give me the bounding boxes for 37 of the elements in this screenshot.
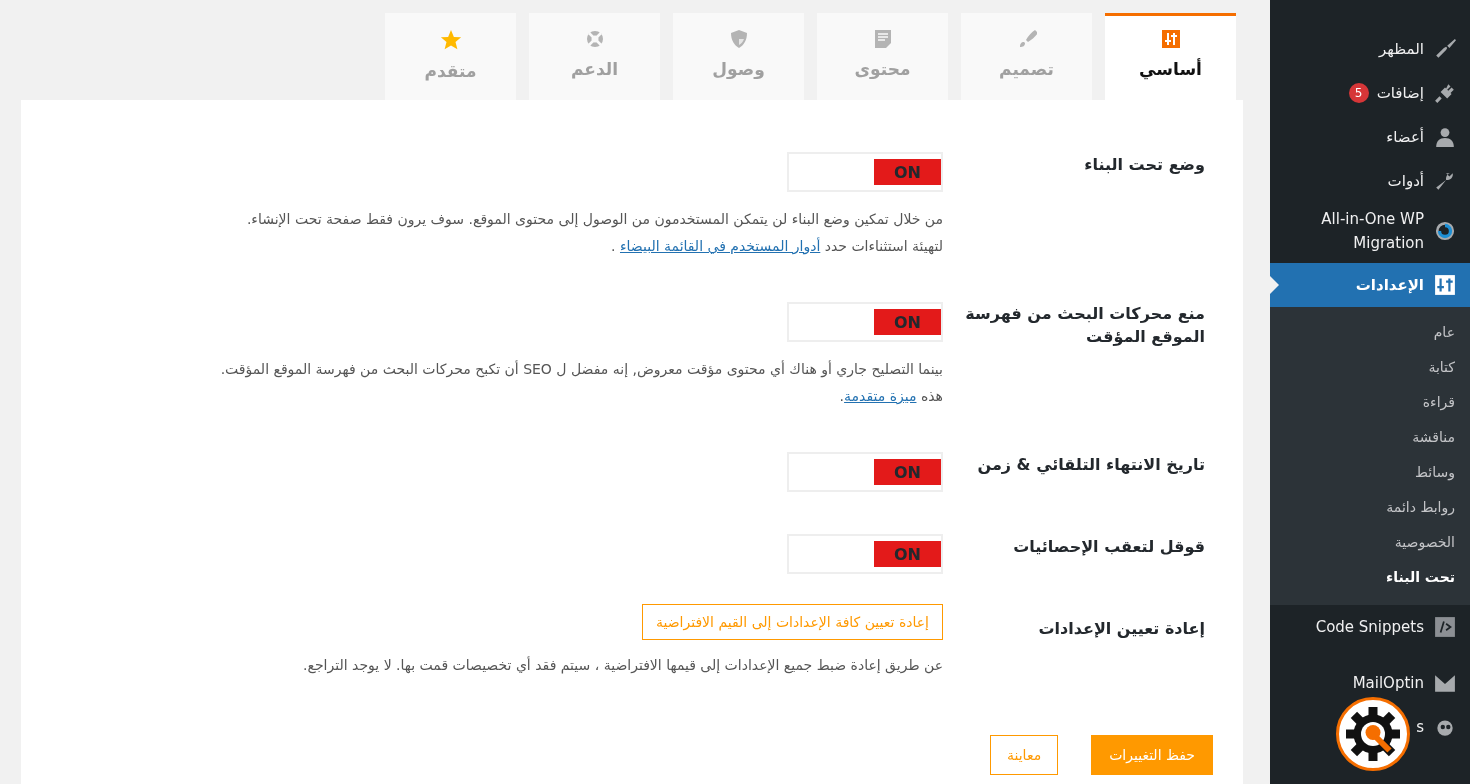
description-text: هذه ميزة متقدمة. xyxy=(838,387,943,406)
document-icon xyxy=(872,29,893,49)
submenu-item[interactable]: كتابة xyxy=(1270,350,1470,385)
sidebar-item[interactable]: الإعدادات xyxy=(1270,263,1470,307)
submenu-item[interactable]: وسائط xyxy=(1270,455,1470,490)
code-icon xyxy=(1432,616,1458,638)
sidebar-item[interactable]: أدوات xyxy=(1270,159,1470,203)
description-text: عن طريق إعادة ضبط جميع الإعدادات إلى قيمها الافتراضية ، سيتم فقد أي تخصيصات قمت بها. لا يوجد التراجع. xyxy=(303,655,943,676)
sidebar-item[interactable]: Code Snippets xyxy=(1270,605,1470,649)
star-icon xyxy=(439,29,462,51)
description-text: لتهيئة استثناءات حدد أدوار المستخدم في القائمة البيضاء . xyxy=(610,236,943,257)
sidebar-item[interactable]: أعضاء xyxy=(1270,115,1470,159)
link[interactable]: ميزة متقدمة xyxy=(844,388,917,404)
description-text: من خلال تمكين وضع البناء لن يتمكن المستخدمون من الوصول إلى محتوى الموقع. سوف يرون فقط صفحة تحت الإنشاء. xyxy=(246,210,943,230)
submenu-item[interactable]: روابط دائمة xyxy=(1270,490,1470,525)
count-badge: 5 xyxy=(1348,83,1369,103)
setting-label: تاريخ الانتهاء التلقائي & زمن xyxy=(976,454,1205,477)
sidebar-item[interactable]: المظهر xyxy=(1270,27,1470,71)
submenu-item[interactable]: مناقشة xyxy=(1270,420,1470,455)
sidebar-item[interactable]: MailOptin xyxy=(1270,661,1470,705)
lifebuoy-icon xyxy=(584,29,605,49)
tab[interactable]: أساسي xyxy=(1105,13,1236,100)
sidebar-item[interactable]: s xyxy=(1270,705,1470,749)
submenu-item[interactable]: الخصوصية xyxy=(1270,525,1470,560)
sliders-icon xyxy=(1160,29,1181,49)
setting-label: منع محركات البحث من فهرسة الموقع المؤقت xyxy=(964,303,1205,348)
setting-label: وضع تحت البناء xyxy=(1083,154,1205,176)
submenu-item[interactable]: تحت البناء xyxy=(1270,560,1470,595)
setting-label: إعادة تعيين الإعدادات xyxy=(1037,618,1205,640)
shield-icon xyxy=(728,29,749,49)
submenu-item[interactable]: عام xyxy=(1270,315,1470,350)
description-text: بينما التصليح جاري أو هناك أي محتوى مؤقت معروض, إنه مفضل ل SEO أن تكبح محركات البحث من فهرسة الموقع المؤقت. xyxy=(220,359,943,380)
sliders-icon xyxy=(1432,274,1458,296)
sidebar-item[interactable]: All-in-One WP Migration xyxy=(1270,203,1470,263)
submenu-item[interactable]: قراءة xyxy=(1270,385,1470,420)
setting-label: قوقل لتعقب الإحصائيات xyxy=(1012,536,1205,558)
link[interactable]: أدوار المستخدم في القائمة البيضاء xyxy=(620,238,821,254)
